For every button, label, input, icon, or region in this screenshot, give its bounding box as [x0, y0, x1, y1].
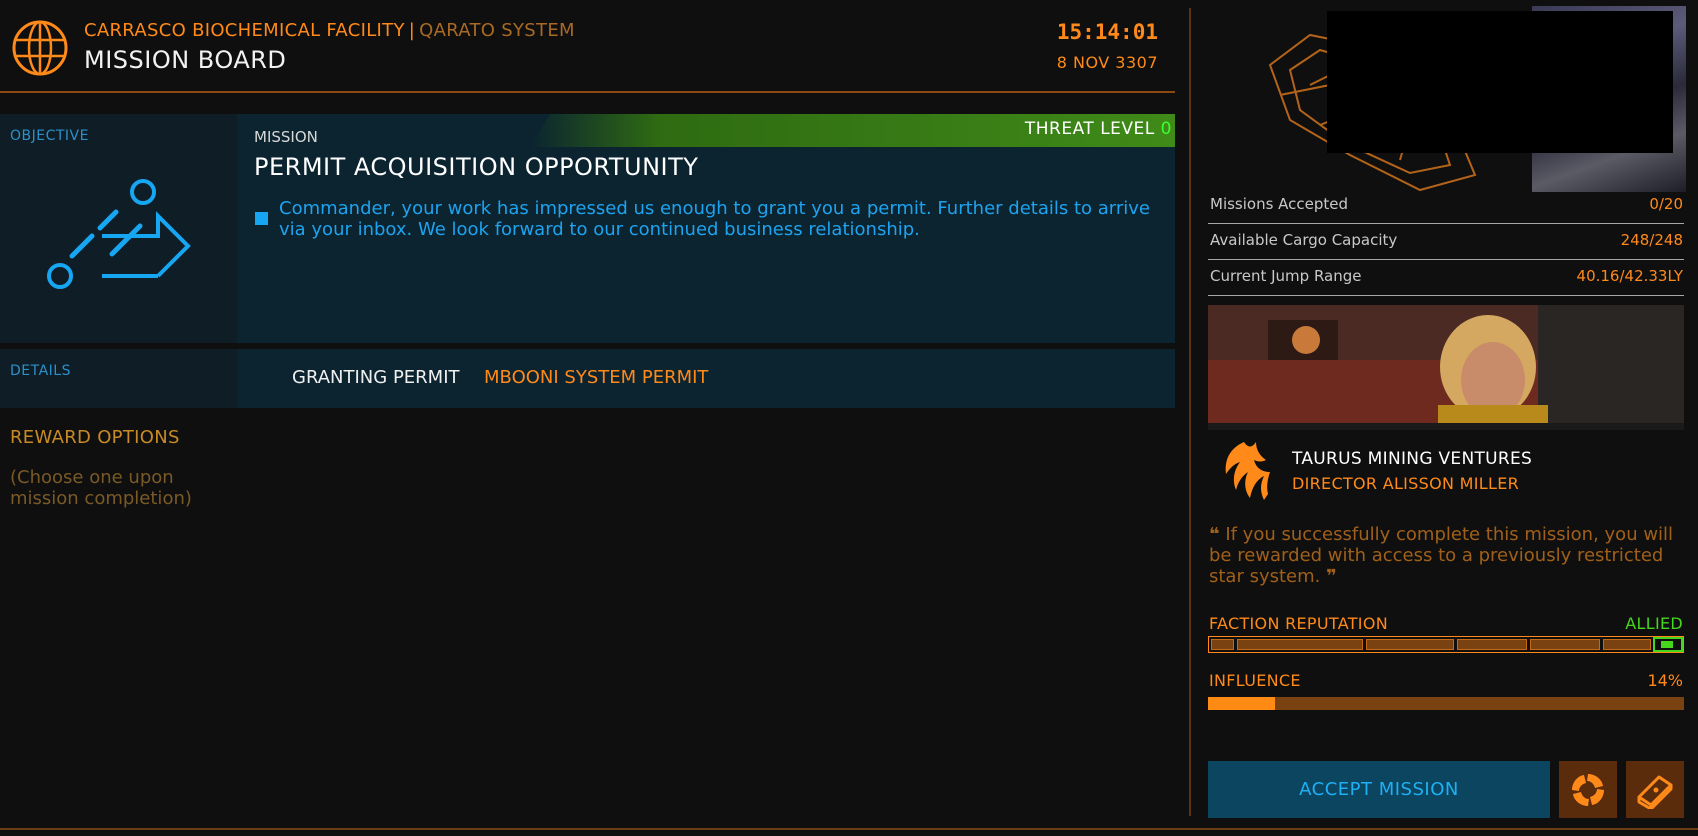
accept-mission-button[interactable]: ACCEPT MISSION	[1208, 761, 1550, 818]
header-divider	[0, 91, 1175, 93]
reputation-segment	[1530, 639, 1600, 650]
stat-value: 248/248	[1620, 231, 1683, 249]
bottom-divider	[0, 828, 1698, 830]
reward-options-title: REWARD OPTIONS	[10, 427, 180, 448]
granting-permit-value: MBOONI SYSTEM PERMIT	[484, 367, 709, 388]
power-contact-button[interactable]	[1559, 761, 1617, 818]
open-quote-icon: ❝	[1209, 524, 1220, 545]
column-divider	[1189, 8, 1191, 816]
influence-bar-fill	[1208, 697, 1275, 710]
faction-reputation-status: ALLIED	[1625, 614, 1683, 633]
stat-label: Missions Accepted	[1210, 195, 1349, 213]
mission-description: Commander, your work has impressed us en…	[279, 198, 1150, 240]
mission-caption: MISSION	[254, 128, 318, 146]
mission-type-icon	[40, 170, 200, 300]
reputation-marker	[1653, 637, 1683, 652]
close-quote-icon: ❞	[1326, 566, 1337, 587]
granting-permit-label: GRANTING PERMIT	[292, 367, 460, 388]
faction-logo-icon	[1216, 438, 1272, 504]
location-line: CARRASCO BIOCHEMICAL FACILITY | QARATO SYS…	[84, 20, 575, 41]
clock-date: 8 NOV 3307	[1056, 53, 1158, 72]
powerplay-icon	[1572, 773, 1604, 806]
reputation-segment	[1603, 639, 1651, 650]
redacted-area	[1327, 11, 1673, 153]
stat-value: 40.16/42.33LY	[1576, 267, 1683, 285]
threat-level: THREAT LEVEL 0	[1025, 119, 1172, 139]
station-name: CARRASCO BIOCHEMICAL FACILITY	[84, 20, 405, 41]
faction-reputation-bar	[1208, 636, 1684, 653]
bullet-square-icon	[255, 212, 268, 225]
stat-label: Available Cargo Capacity	[1210, 231, 1398, 249]
reward-options-subtitle: (Choose one upon mission completion)	[10, 467, 192, 509]
reputation-segment	[1366, 639, 1454, 650]
threat-level-value: 0	[1160, 119, 1172, 139]
faction-name: TAURUS MINING VENTURES	[1292, 449, 1533, 469]
mission-title: PERMIT ACQUISITION OPPORTUNITY	[254, 153, 699, 181]
stat-value: 0/20	[1649, 195, 1683, 213]
reputation-segment	[1457, 639, 1527, 650]
location-separator: |	[408, 20, 416, 41]
reputation-segment	[1237, 639, 1363, 650]
faction-contact: DIRECTOR ALISSON MILLER	[1292, 474, 1520, 493]
contact-portrait	[1208, 305, 1684, 430]
threat-level-label: THREAT LEVEL	[1024, 119, 1155, 139]
faction-reputation-label: FACTION REPUTATION	[1209, 614, 1388, 633]
station-globe-icon	[11, 19, 69, 77]
objective-label: OBJECTIVE	[10, 128, 89, 144]
codex-book-icon	[1637, 775, 1673, 809]
codex-button[interactable]	[1626, 761, 1684, 818]
page-title: MISSION BOARD	[84, 46, 287, 74]
faction-quote-text: If you successfully complete this missio…	[1209, 524, 1674, 587]
influence-label: INFLUENCE	[1209, 671, 1301, 690]
reputation-segment	[1211, 639, 1234, 650]
details-label: DETAILS	[10, 363, 71, 379]
stat-label: Current Jump Range	[1210, 267, 1362, 285]
faction-quote: ❝ If you successfully complete this miss…	[1209, 524, 1679, 587]
influence-bar	[1208, 697, 1684, 710]
clock-time: 15:14:01	[1056, 20, 1158, 44]
system-name: QARATO SYSTEM	[419, 20, 575, 41]
influence-value: 14%	[1647, 671, 1683, 690]
